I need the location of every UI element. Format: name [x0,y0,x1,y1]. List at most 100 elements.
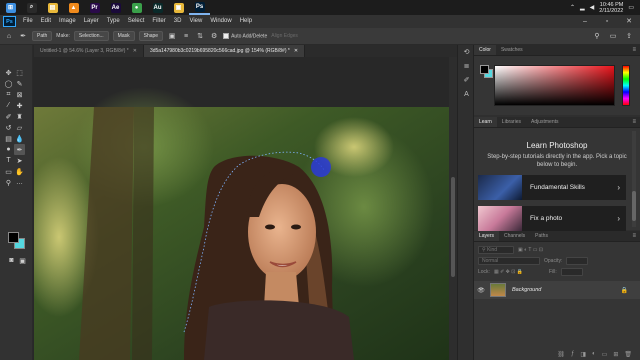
path-arrangement-icon[interactable]: ⇅ [195,31,205,41]
close-icon[interactable]: ✕ [618,15,640,28]
healing-tool-icon[interactable]: ✚ [14,100,25,111]
panel-menu-icon[interactable]: ≡ [632,45,640,55]
menu-select[interactable]: Select [124,15,149,28]
type-tool-icon[interactable]: T [3,155,14,166]
gradient-tool-icon[interactable]: ▤ [3,133,14,144]
path-alignment-icon[interactable]: ≡ [181,31,191,41]
minimize-icon[interactable]: – [574,15,596,28]
color-swatches[interactable] [8,232,26,250]
history-brush-tool-icon[interactable]: ↺ [3,122,14,133]
blur-tool-icon[interactable]: 💧 [14,133,25,144]
card-fix-a-photo[interactable]: Fix a photo › [478,206,626,231]
layer-background[interactable]: 👁 Background 🔒 [474,281,640,299]
menu-help[interactable]: Help [236,15,256,28]
audition-icon[interactable]: Au [147,0,168,15]
marquee-tool-icon[interactable]: ⬚ [14,67,25,78]
fill-field[interactable] [560,267,583,276]
tab-adjustments[interactable]: Adjustments [526,117,564,127]
windows-start-icon[interactable]: ⊞ [0,0,21,15]
scrollbar-thumb[interactable] [451,177,455,277]
panel-menu-icon[interactable]: ≡ [632,231,640,241]
home-icon[interactable]: ⌂ [4,31,14,41]
kind-filter-dropdown[interactable]: ⚲ Kind [478,245,514,254]
canvas-area[interactable] [34,57,449,360]
maximize-icon[interactable]: ▫ [596,15,618,28]
brush-settings-icon[interactable]: ✐ [458,73,475,87]
panel-menu-icon[interactable]: ≡ [632,117,640,127]
eraser-tool-icon[interactable]: ▱ [14,122,25,133]
filter-icons[interactable]: ▣ ◐ T ▭ ⊡ [518,247,543,253]
file-explorer-icon[interactable]: ▤ [42,0,63,15]
tab-paths[interactable]: Paths [530,231,553,241]
auto-add-delete-checkbox[interactable] [223,32,230,39]
workspace-icon[interactable]: ▭ [608,31,618,41]
menu-type[interactable]: Type [103,15,124,28]
eyedropper-tool-icon[interactable]: ⁄ [3,100,14,111]
stamp-tool-icon[interactable]: ♜ [14,111,25,122]
clock[interactable]: 10:46 PM 2/11/2022 [599,2,623,14]
mode-dropdown[interactable]: Path [32,31,53,41]
chrome-icon[interactable]: ● [126,0,147,15]
menu-image[interactable]: Image [55,15,80,28]
pen-tool-icon[interactable]: ✒ [18,31,28,41]
path-operations-icon[interactable]: ▣ [167,31,177,41]
link-layers-icon[interactable]: ⛓ [557,351,565,358]
tab-swatches[interactable]: Swatches [496,45,528,55]
new-layer-icon[interactable]: ⊞ [613,351,618,358]
menu-edit[interactable]: Edit [37,15,55,28]
lock-icons[interactable]: ▦ ✐ ✥ ⊡ 🔒 [494,269,523,275]
menu-3d[interactable]: 3D [170,15,186,28]
premiere-icon[interactable]: Pr [84,0,105,15]
character-icon[interactable]: A [458,87,475,101]
tab-libraries[interactable]: Libraries [497,117,526,127]
move-tool-icon[interactable]: ✥ [3,67,14,78]
menu-filter[interactable]: Filter [148,15,169,28]
tab-photo[interactable]: 3d5a147980b3c0219b695820c566cad.jpg @ 15… [143,45,306,57]
tab-untitled-1[interactable]: Untitled-1 @ 54.6% (Layer 3, RGB/8#) * ✕ [34,45,144,57]
add-mask-icon[interactable]: ◨ [580,351,586,358]
pen-tool-icon[interactable]: ✒ [14,144,25,155]
menu-window[interactable]: Window [206,15,235,28]
path-select-tool-icon[interactable]: ➤ [14,155,25,166]
selection-button[interactable]: Selection... [73,31,109,41]
tab-color[interactable]: Color [474,45,496,55]
color-panel-foreground-swatch[interactable] [480,65,489,74]
foreground-color-swatch[interactable] [8,232,19,243]
mask-button[interactable]: Mask [112,31,135,41]
lasso-tool-icon[interactable]: ◯ [3,78,14,89]
card-fundamental-skills[interactable]: Fundamental Skills › [478,175,626,200]
quick-select-tool-icon[interactable]: ✎ [14,78,25,89]
photo-canvas[interactable] [34,57,449,360]
fx-icon[interactable]: ƒ [571,351,574,357]
dodge-tool-icon[interactable]: ● [3,144,14,155]
chevron-up-icon[interactable]: ⌃ [570,4,575,11]
zoom-tool-icon[interactable]: ⚲ [3,177,14,188]
canvas-vertical-scrollbar[interactable] [449,57,457,360]
menu-file[interactable]: File [19,15,37,28]
new-group-icon[interactable]: ▭ [602,351,608,358]
auto-add-delete-option[interactable]: Auto Add/Delete [223,32,267,39]
visibility-eye-icon[interactable]: 👁 [474,287,488,294]
adjustment-layer-icon[interactable]: ◐ [592,351,596,357]
tab-learn[interactable]: Learn [474,117,497,127]
notification-icon[interactable]: ▭ [628,4,634,11]
after-effects-icon[interactable]: Ae [105,0,126,15]
photoshop-taskbar-icon[interactable]: Ps [189,0,210,15]
network-icon[interactable]: ▂ [580,4,585,11]
explorer-window-icon[interactable]: ▣ [168,0,189,15]
more-tools-icon[interactable]: … [14,177,25,188]
color-field[interactable] [494,65,615,106]
share-icon[interactable]: ⇪ [624,31,634,41]
screen-mode-icon[interactable]: ▣ [17,255,28,266]
brush-tool-icon[interactable]: ✐ [3,111,14,122]
search-icon[interactable]: ⚲ [592,31,602,41]
menu-view[interactable]: View [185,15,206,28]
history-icon[interactable]: ⟲ [458,45,475,59]
settings-icon[interactable]: ⚙ [209,31,219,41]
frame-tool-icon[interactable]: ⊠ [14,89,25,100]
tab-layers[interactable]: Layers [474,231,500,241]
volume-icon[interactable]: ◀ [590,4,595,11]
menu-layer[interactable]: Layer [80,15,103,28]
search-icon[interactable]: ⌕ [21,0,42,15]
close-tab-icon[interactable]: ✕ [294,48,298,54]
